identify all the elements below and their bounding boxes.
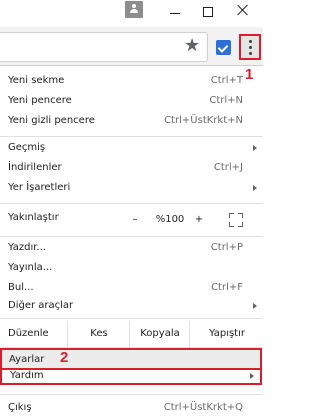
menu-separator	[0, 203, 263, 204]
minimize-button[interactable]	[170, 13, 180, 14]
zoom-level: %100	[155, 214, 185, 225]
avatar-torso	[130, 9, 138, 13]
zoom-in-button[interactable]: +	[192, 208, 206, 232]
menu-item-more-tools[interactable]: Diğer araçlar	[0, 296, 263, 316]
zoom-out-button[interactable]: –	[128, 208, 142, 232]
bookmark-star-icon[interactable]: ★	[184, 36, 200, 56]
menu-item-history[interactable]: Geçmiş	[0, 138, 263, 158]
menu-item-bookmarks[interactable]: Yer İşaretleri	[0, 178, 263, 198]
zoom-label: Yakınlaştır	[8, 212, 59, 223]
menu-item-help[interactable]: Yardım	[0, 369, 262, 385]
copy-button[interactable]: Kopyala	[129, 321, 190, 347]
menu-dot	[249, 40, 252, 43]
menu-separator	[0, 136, 263, 137]
zoom-row: Yakınlaştır – %100 +	[0, 208, 263, 232]
maximize-button[interactable]	[203, 7, 213, 17]
menu-item-exit[interactable]: Çıkış Ctrl+ÜstKrkt+Q	[0, 398, 263, 418]
paste-button[interactable]: Yapıştır	[189, 321, 264, 347]
close-window-button[interactable]	[236, 3, 250, 17]
submenu-arrow-icon	[253, 303, 257, 309]
menu-separator	[0, 236, 263, 237]
menu-item-new-tab[interactable]: Yeni sekme Ctrl+T	[0, 71, 263, 91]
avatar-head	[132, 4, 136, 8]
menu-item-settings[interactable]: Ayarlar	[0, 348, 262, 370]
edit-row: Düzenle Kes Kopyala Yapıştır	[0, 321, 263, 347]
menu-item-find[interactable]: Bul... Ctrl+F	[0, 278, 263, 298]
submenu-arrow-icon	[253, 145, 257, 151]
fullscreen-icon[interactable]	[229, 213, 243, 227]
cut-button[interactable]: Kes	[67, 321, 130, 347]
browser-toolbar: ★	[0, 27, 263, 66]
menu-item-new-incognito-window[interactable]: Yeni gizli pencere Ctrl+ÜstKrkt+N	[0, 111, 263, 131]
annotation-step-2: 2	[60, 349, 69, 366]
menu-item-new-window[interactable]: Yeni pencere Ctrl+N	[0, 91, 263, 111]
profile-avatar-button[interactable]	[125, 1, 143, 18]
menu-item-downloads[interactable]: İndirilenler Ctrl+J	[0, 158, 263, 178]
edit-label: Düzenle	[8, 328, 49, 339]
chrome-main-menu: Yeni sekme Ctrl+T Yeni pencere Ctrl+N Ye…	[0, 66, 263, 420]
submenu-arrow-icon	[253, 185, 257, 191]
window-titlebar	[0, 0, 263, 27]
menu-separator	[0, 318, 263, 319]
menu-item-cast[interactable]: Yayınla...	[0, 258, 263, 278]
address-bar[interactable]: ★	[0, 32, 208, 62]
menu-dot	[249, 52, 252, 55]
menu-item-print[interactable]: Yazdır... Ctrl+P	[0, 238, 263, 258]
extension-icon[interactable]	[216, 40, 231, 55]
menu-dot	[249, 46, 252, 49]
menu-separator	[0, 394, 263, 395]
annotation-step-1: 1	[245, 66, 254, 83]
submenu-arrow-icon	[250, 373, 254, 379]
chrome-menu-button[interactable]	[239, 34, 261, 60]
